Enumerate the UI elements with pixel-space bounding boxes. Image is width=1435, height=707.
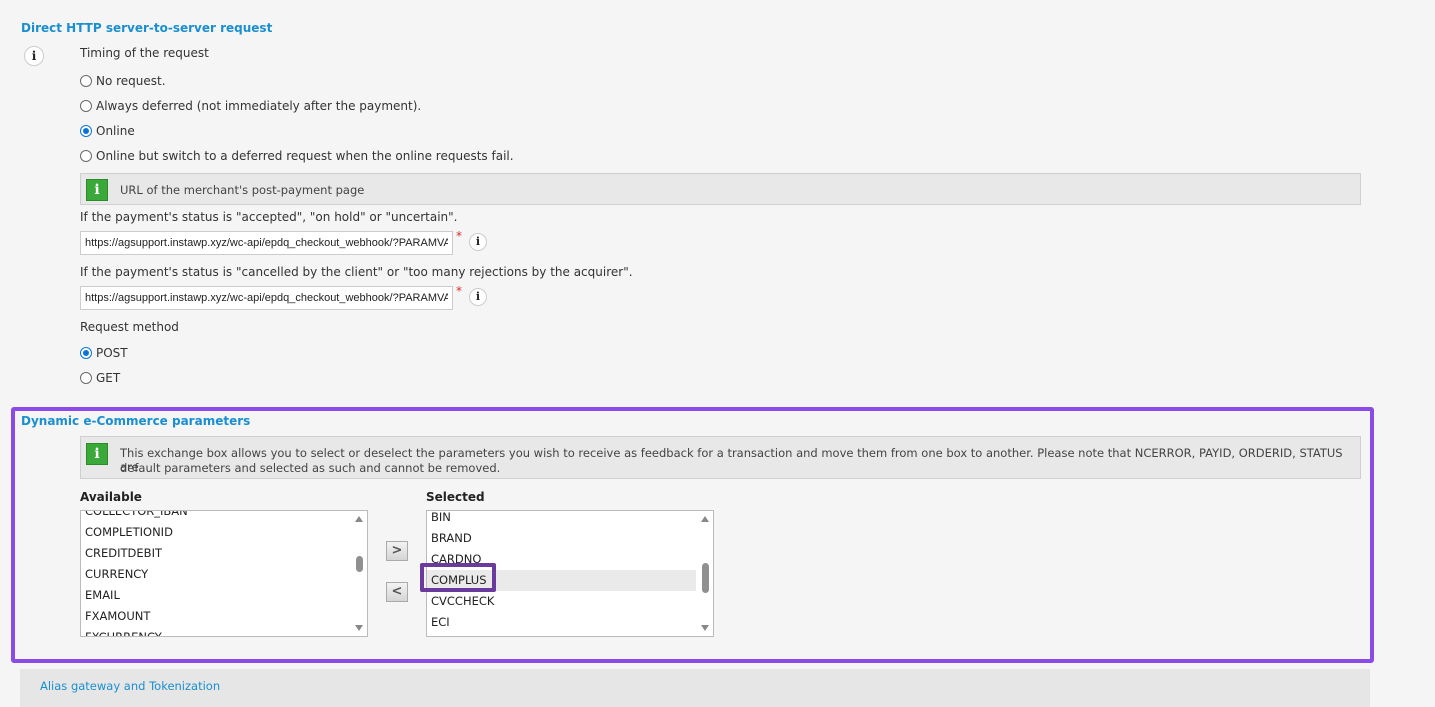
radio-button[interactable] [80,347,92,359]
radio-method-post[interactable]: POST [80,345,128,361]
section-highlight-frame [11,407,1374,663]
required-asterisk: * [456,229,462,243]
accepted-url-input[interactable] [80,231,453,255]
item-highlight-frame [420,563,496,592]
info-icon[interactable]: i [469,288,487,306]
radio-label: No request. [96,74,166,88]
alias-section-header[interactable]: Alias gateway and Tokenization [20,669,1370,707]
radio-button[interactable] [80,75,92,87]
required-asterisk: * [456,284,462,298]
accepted-status-label: If the payment's status is "accepted", "… [80,210,458,224]
radio-timing-online[interactable]: Online [80,123,135,139]
cancelled-url-input[interactable] [80,286,453,310]
radio-label: Online but switch to a deferred request … [96,149,514,163]
timing-label: Timing of the request [80,46,209,60]
radio-timing-always-deferred[interactable]: Always deferred (not immediately after t… [80,98,421,114]
radio-label: Always deferred (not immediately after t… [96,99,422,113]
request-method-label: Request method [80,320,179,334]
info-icon[interactable]: i [24,46,44,66]
radio-label: GET [96,371,121,385]
section-title-direct-http: Direct HTTP server-to-server request [21,21,273,35]
alias-gateway-link[interactable]: Alias gateway and Tokenization [40,679,220,693]
radio-button[interactable] [80,150,92,162]
info-icon: i [86,179,108,201]
radio-button[interactable] [80,372,92,384]
radio-label: Online [96,124,135,138]
radio-button[interactable] [80,125,92,137]
radio-button[interactable] [80,100,92,112]
cancelled-status-label: If the payment's status is "cancelled by… [80,265,633,279]
radio-label: POST [96,346,128,360]
info-icon[interactable]: i [469,233,487,251]
radio-timing-online-fallback[interactable]: Online but switch to a deferred request … [80,148,514,164]
radio-method-get[interactable]: GET [80,370,120,386]
url-info-bar: i URL of the merchant's post-payment pag… [80,173,1361,205]
url-info-text: URL of the merchant's post-payment page [120,183,365,197]
radio-timing-no-request[interactable]: No request. [80,73,166,89]
